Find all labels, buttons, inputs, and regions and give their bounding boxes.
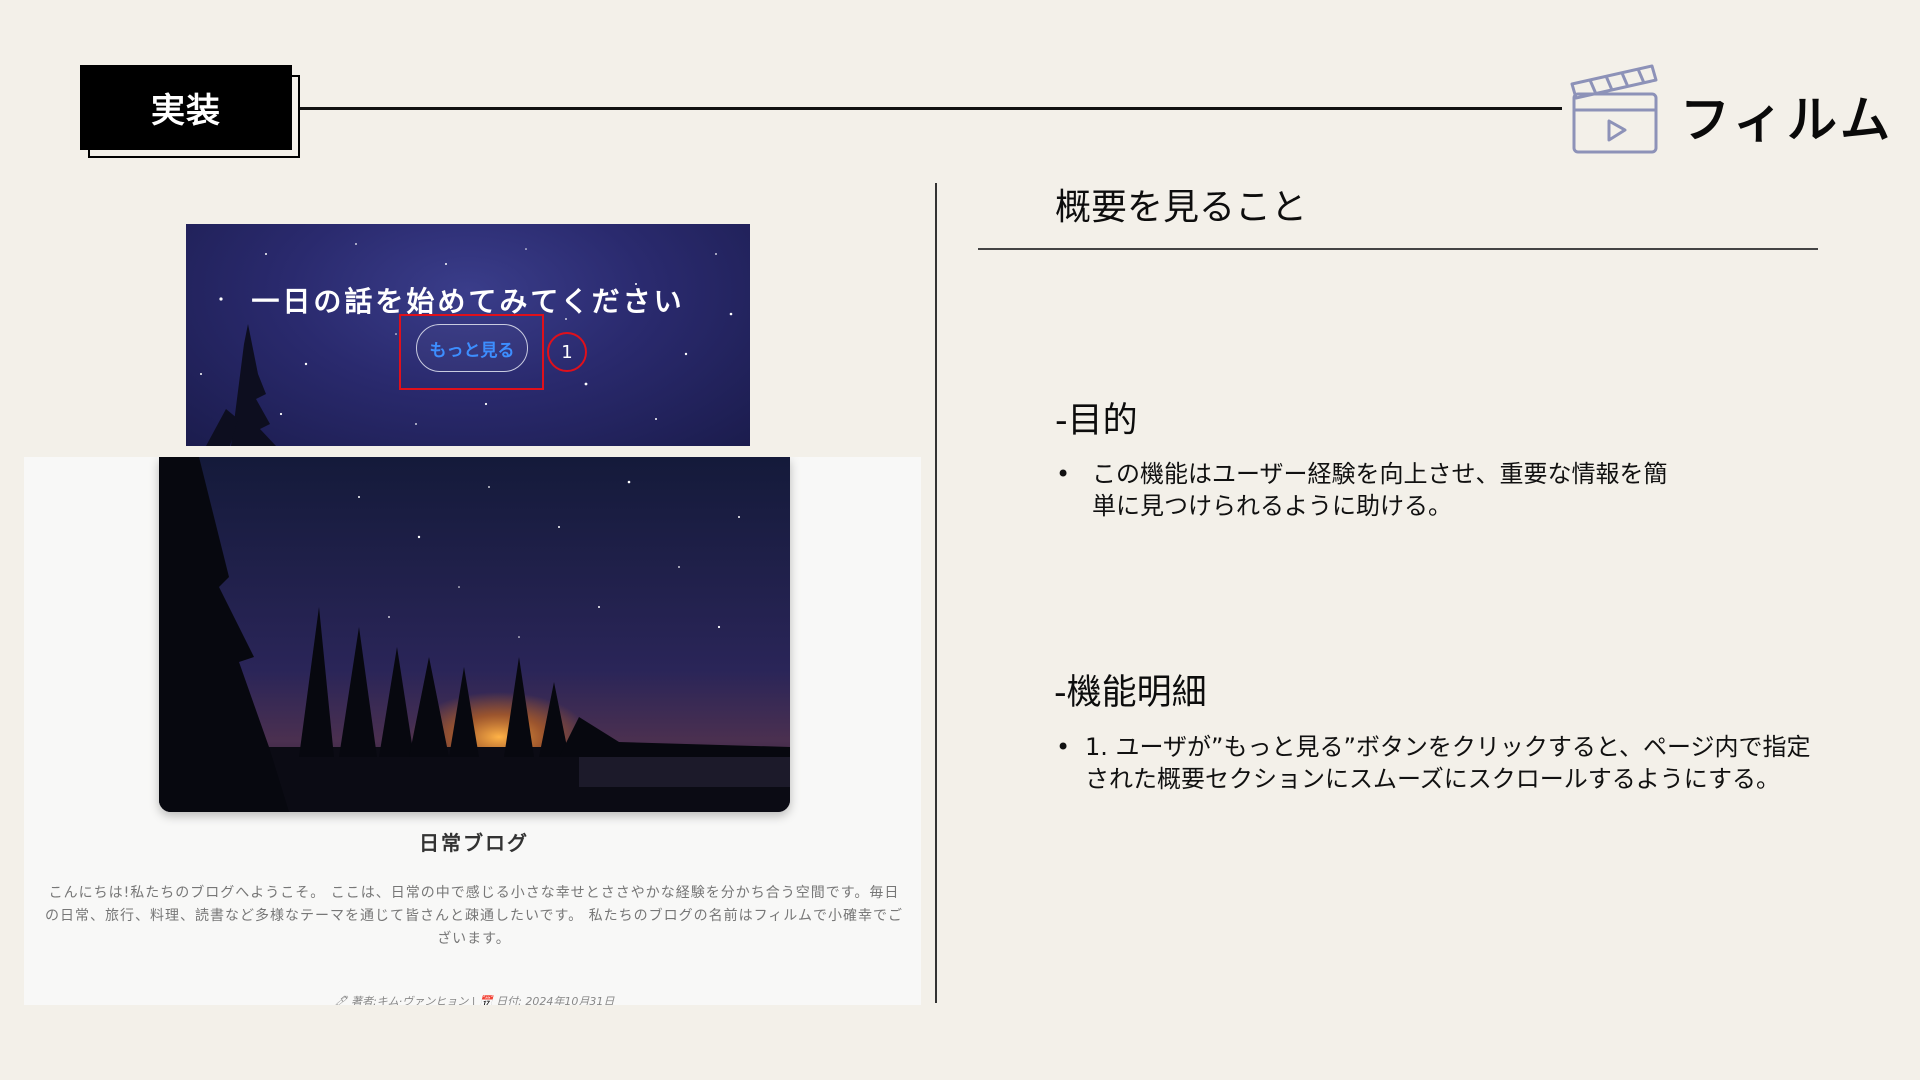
header-divider	[300, 107, 1562, 110]
overview-underline	[978, 248, 1818, 250]
blog-title: 日常ブログ	[419, 831, 529, 855]
overview-title: 概要を見ること	[1055, 187, 1308, 228]
feature-bullet: • 1. ユーザが”もっと見る”ボタンをクリックすると、ページ内で指定 された概…	[1056, 731, 1810, 795]
blog-description: こんにちは!私たちのブログへようこそ。 ここは、日常の中で感じる小さな幸せとささ…	[44, 885, 904, 947]
bullet-dot: •	[1056, 460, 1071, 488]
highlight-box	[399, 314, 544, 390]
blog-section: 日常ブログ こんにちは!私たちのブログへようこそ。 ここは、日常の中で感じる小さ…	[24, 457, 921, 1005]
purpose-text: この機能はユーザー経験を向上させ、重要な情報を簡 単に見つけられるように助ける。	[1092, 460, 1668, 520]
purpose-bullet: • この機能はユーザー経験を向上させ、重要な情報を簡 単に見つけられるように助け…	[1056, 458, 1668, 522]
section-label: 実装	[80, 65, 292, 150]
feature-heading: -機能明細	[1054, 673, 1207, 713]
hero-banner: 一日の話を始めてみてください もっと見る 1	[186, 224, 750, 446]
brand-title: フィルム	[1680, 91, 1894, 149]
annotation-marker: 1	[547, 332, 587, 372]
clapperboard-icon	[1570, 64, 1658, 154]
bullet-dot: •	[1056, 733, 1071, 761]
blog-photo	[159, 457, 790, 812]
feature-text: 1. ユーザが”もっと見る”ボタンをクリックすると、ページ内で指定 された概要セ…	[1085, 733, 1811, 793]
night-forest-image	[159, 457, 790, 812]
purpose-heading: -目的	[1055, 401, 1138, 441]
vertical-divider	[935, 183, 937, 1003]
blog-meta: 🖊 著者:キム·ヴァンヒョン | 📅 日付: 2024年10月31日	[333, 995, 615, 1005]
